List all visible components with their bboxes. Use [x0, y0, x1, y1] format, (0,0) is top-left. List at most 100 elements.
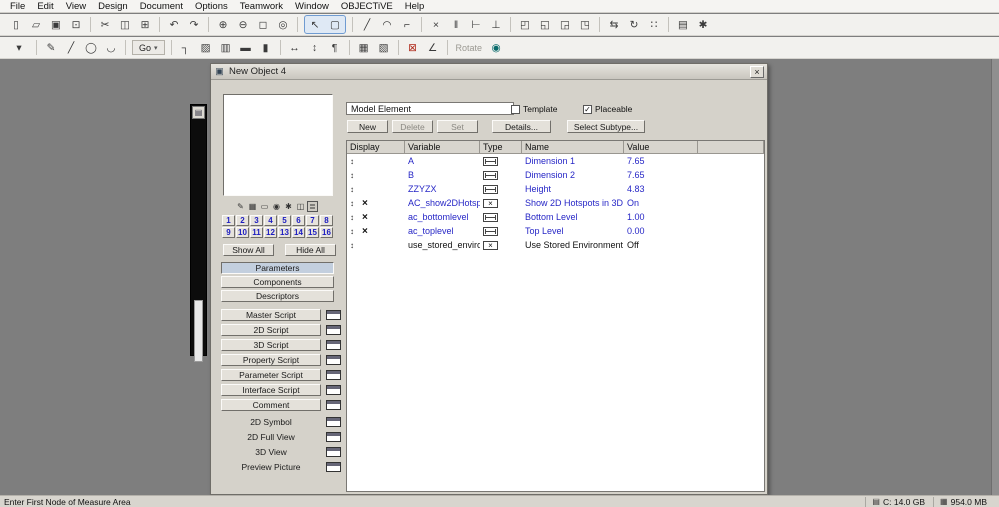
reorder-handle[interactable]: ↕	[350, 199, 358, 208]
hidden-x-mark[interactable]: ×	[362, 198, 368, 209]
arc-tool-icon[interactable]: ◠	[378, 16, 396, 33]
mirror-icon[interactable]: ⇆	[605, 16, 623, 33]
number-toggle-5[interactable]: 5	[278, 215, 291, 226]
delete-button[interactable]: Delete	[392, 120, 433, 133]
favorites-dropdown-icon[interactable]: ▾	[7, 39, 31, 56]
table-row[interactable]: ↕ use_stored_enviro... × Use Stored Envi…	[347, 238, 764, 252]
settings-icon[interactable]: ✱	[694, 16, 712, 33]
bring-forward-icon[interactable]: ◲	[556, 16, 574, 33]
line-icon[interactable]: ╱	[62, 39, 80, 56]
open-window-icon[interactable]	[326, 432, 341, 442]
save-icon[interactable]: ▣	[47, 16, 65, 33]
variable-cell[interactable]: A	[405, 154, 480, 168]
reorder-handle[interactable]: ↕	[350, 157, 358, 166]
hidden-x-mark[interactable]: ×	[362, 226, 368, 237]
zoom-fit-icon[interactable]: ◻	[254, 16, 272, 33]
variable-cell[interactable]: ac_bottomlevel	[405, 210, 480, 224]
rotate-icon[interactable]: ↻	[625, 16, 643, 33]
menu-design[interactable]: Design	[92, 1, 134, 12]
open-window-icon[interactable]	[326, 370, 341, 380]
copy-icon[interactable]: ◫	[116, 16, 134, 33]
hidden-x-mark[interactable]: ×	[362, 212, 368, 223]
table-row[interactable]: ↕ × ac_toplevel Top Level 0.00	[347, 224, 764, 238]
wall-icon[interactable]: ▥	[217, 39, 235, 56]
number-toggle-16[interactable]: 16	[320, 227, 333, 238]
zone-icon[interactable]: ▧	[375, 39, 393, 56]
number-toggle-8[interactable]: 8	[320, 215, 333, 226]
intersect-icon[interactable]: ⊥	[487, 16, 505, 33]
open-window-icon[interactable]	[326, 310, 341, 320]
menu-help[interactable]: Help	[399, 1, 431, 12]
pan-icon[interactable]: ◎	[274, 16, 292, 33]
multiply-icon[interactable]: ∷	[645, 16, 663, 33]
master-script-button[interactable]: Master Script	[221, 309, 321, 321]
reorder-handle[interactable]: ↕	[350, 227, 358, 236]
polyline-tool-icon[interactable]: ⌐	[398, 16, 416, 33]
value-cell[interactable]: On	[624, 196, 698, 210]
paste-icon[interactable]: ⊞	[136, 16, 154, 33]
picture-preview-icon[interactable]: ◫	[295, 201, 306, 212]
open-window-icon[interactable]	[326, 400, 341, 410]
new-button[interactable]: New	[347, 120, 388, 133]
descriptors-button[interactable]: Descriptors	[221, 290, 334, 302]
name-cell[interactable]: Dimension 2	[522, 168, 624, 182]
table-row[interactable]: ↕ ZZYZX Height 4.83	[347, 182, 764, 196]
name-cell[interactable]: Height	[522, 182, 624, 196]
settings-preview-icon[interactable]: ✱	[283, 201, 294, 212]
group-icon[interactable]: ◰	[516, 16, 534, 33]
2d-full-view[interactable]: 2D Full View	[221, 431, 321, 443]
hide-all-button[interactable]: Hide All	[285, 244, 336, 256]
reorder-handle[interactable]: ↕	[350, 213, 358, 222]
photo-preview-icon[interactable]: ◉	[271, 201, 282, 212]
value-cell[interactable]: Off	[624, 238, 698, 252]
3d-view-preview-icon[interactable]: ▭	[259, 201, 270, 212]
components-button[interactable]: Components	[221, 276, 334, 288]
open-icon[interactable]: ▱	[27, 16, 45, 33]
parameters-button[interactable]: Parameters	[221, 262, 334, 274]
go-dropdown[interactable]: Go ▾	[132, 40, 165, 55]
close-icon[interactable]: ×	[750, 65, 764, 78]
label-icon[interactable]: ¶	[326, 39, 344, 56]
variable-cell[interactable]: use_stored_enviro...	[405, 238, 480, 252]
dialog-titlebar[interactable]: ▣ New Object 4 ×	[211, 64, 767, 80]
hatch-icon[interactable]: ▨	[197, 39, 215, 56]
paint-icon[interactable]: ⊠	[404, 39, 422, 56]
open-window-icon[interactable]	[326, 447, 341, 457]
palette-icon[interactable]: ▤	[192, 106, 205, 119]
variable-cell[interactable]: ZZYZX	[405, 182, 480, 196]
number-toggle-9[interactable]: 9	[222, 227, 235, 238]
open-window-icon[interactable]	[326, 462, 341, 472]
name-cell[interactable]: Dimension 1	[522, 154, 624, 168]
variable-cell[interactable]: B	[405, 168, 480, 182]
number-toggle-13[interactable]: 13	[278, 227, 291, 238]
menu-document[interactable]: Document	[134, 1, 189, 12]
open-window-icon[interactable]	[326, 417, 341, 427]
parameter-script-button[interactable]: Parameter Script	[221, 369, 321, 381]
value-cell[interactable]: 0.00	[624, 224, 698, 238]
value-cell[interactable]: 7.65	[624, 154, 698, 168]
placeable-checkbox[interactable]: ✓	[583, 104, 592, 114]
select-subtype-button[interactable]: Select Subtype...	[567, 120, 645, 133]
arc-icon[interactable]: ◡	[102, 39, 120, 56]
menu-file[interactable]: File	[4, 1, 31, 12]
name-cell[interactable]: Top Level	[522, 224, 624, 238]
subtype-field[interactable]: Model Element	[346, 102, 514, 115]
fill-icon[interactable]: ▦	[355, 39, 373, 56]
3d-view[interactable]: 3D View	[221, 446, 321, 458]
2d-script-button[interactable]: 2D Script	[221, 324, 321, 336]
comment-button[interactable]: Comment	[221, 399, 321, 411]
menu-teamwork[interactable]: Teamwork	[234, 1, 289, 12]
template-checkbox[interactable]	[511, 104, 520, 114]
pen-icon[interactable]: ✎	[42, 39, 60, 56]
number-toggle-1[interactable]: 1	[222, 215, 235, 226]
reorder-handle[interactable]: ↕	[350, 171, 358, 180]
name-cell[interactable]: Bottom Level	[522, 210, 624, 224]
trim-icon[interactable]: ×	[427, 16, 445, 33]
arrow-tool-icon[interactable]: ↖	[306, 16, 324, 33]
property-script-button[interactable]: Property Script	[221, 354, 321, 366]
table-row[interactable]: ↕ × ac_bottomlevel Bottom Level 1.00	[347, 210, 764, 224]
number-toggle-10[interactable]: 10	[236, 227, 249, 238]
layers-icon[interactable]: ▤	[674, 16, 692, 33]
circle-icon[interactable]: ◯	[82, 39, 100, 56]
corner-icon[interactable]: ┐	[177, 39, 195, 56]
